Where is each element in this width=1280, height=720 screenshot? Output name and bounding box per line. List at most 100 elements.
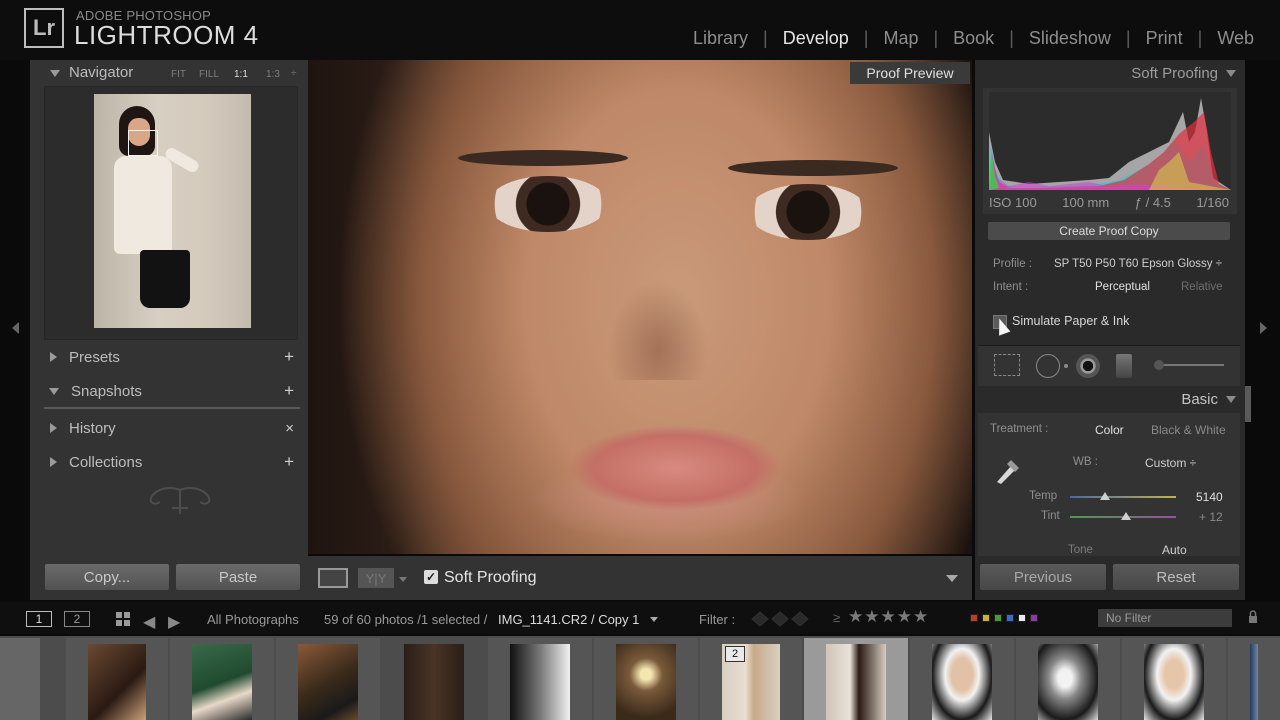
navigator-preview[interactable]	[94, 94, 251, 328]
wb-label: WB :	[1073, 456, 1098, 468]
color-label-swatch[interactable]	[982, 614, 990, 622]
filmstrip-thumbnail[interactable]	[594, 638, 698, 720]
filmstrip-thumbnail[interactable]	[0, 638, 40, 720]
filmstrip-thumbnail[interactable]	[1228, 638, 1280, 720]
back-arrow-icon[interactable]: ◀	[143, 612, 155, 632]
auto-tone-button[interactable]: Auto	[1162, 543, 1187, 557]
simulate-paper-ink-label[interactable]: Simulate Paper & Ink	[1012, 314, 1129, 328]
add-preset-icon[interactable]: +	[284, 347, 294, 367]
adjustment-brush-icon[interactable]	[1154, 360, 1226, 370]
filmstrip-thumbnail[interactable]	[488, 638, 592, 720]
collapse-triangle-icon[interactable]	[1226, 395, 1236, 403]
module-book[interactable]: Book	[953, 28, 994, 49]
filmstrip-thumbnail[interactable]	[1122, 638, 1226, 720]
treatment-color[interactable]: Color	[1095, 423, 1124, 437]
collapse-triangle-icon[interactable]	[50, 70, 60, 77]
color-label-filter	[970, 614, 1038, 622]
create-proof-copy-button[interactable]: Create Proof Copy	[988, 222, 1230, 240]
rating-filter-stars[interactable]: ★★★★★	[848, 607, 929, 627]
module-print[interactable]: Print	[1146, 28, 1183, 49]
filmstrip-thumbnail[interactable]	[276, 638, 380, 720]
reset-button[interactable]: Reset	[1113, 564, 1239, 590]
color-label-swatch[interactable]	[970, 614, 978, 622]
right-panel-scrollbar[interactable]	[1245, 386, 1251, 422]
spot-removal-icon[interactable]	[1036, 354, 1060, 378]
filmstrip-thumbnail[interactable]	[804, 638, 908, 720]
grid-view-icon[interactable]	[116, 612, 131, 627]
crop-overlay-icon[interactable]	[994, 354, 1020, 376]
zoom-fit[interactable]: FIT	[171, 69, 186, 80]
filmstrip-thumbnail[interactable]	[700, 638, 802, 720]
zoom-fill[interactable]: FILL	[199, 69, 219, 80]
copy-button[interactable]: Copy...	[45, 564, 169, 590]
forward-arrow-icon[interactable]: ▶	[168, 612, 180, 632]
right-panel-collapse-icon[interactable]	[1260, 322, 1267, 334]
temp-slider[interactable]	[1070, 496, 1176, 498]
collapse-triangle-icon[interactable]	[1226, 69, 1236, 77]
toolbar-options-icon[interactable]	[946, 575, 958, 582]
flag-filter-icons[interactable]	[750, 610, 810, 628]
filter-preset-select[interactable]: No Filter	[1098, 609, 1232, 627]
clear-history-icon[interactable]: ×	[285, 420, 294, 437]
tint-value[interactable]: + 12	[1199, 510, 1223, 524]
filmstrip-source[interactable]: All Photographs	[207, 612, 299, 627]
photo-nose	[608, 280, 708, 380]
previous-button[interactable]: Previous	[980, 564, 1106, 590]
loupe-view-icon[interactable]	[318, 568, 348, 588]
basic-header[interactable]: Basic	[978, 388, 1240, 410]
filmstrip-thumbnail[interactable]	[66, 638, 168, 720]
intent-relative[interactable]: Relative	[1181, 281, 1223, 293]
graduated-filter-icon[interactable]	[1116, 354, 1132, 378]
zoom-1-1[interactable]: 1:1	[234, 69, 248, 80]
filter-lock-icon[interactable]	[1248, 610, 1258, 624]
white-balance-eyedropper-icon[interactable]	[991, 452, 1025, 486]
panel-snapshots[interactable]: Snapshots +	[40, 379, 300, 403]
treatment-black-white[interactable]: Black & White	[1151, 423, 1226, 437]
tint-slider-thumb[interactable]	[1121, 512, 1131, 520]
secondary-window-button[interactable]: 2	[64, 611, 90, 627]
intent-perceptual[interactable]: Perceptual	[1095, 281, 1150, 293]
panel-collections[interactable]: Collections +	[40, 450, 300, 474]
paste-button[interactable]: Paste	[176, 564, 300, 590]
module-library[interactable]: Library	[693, 28, 748, 49]
navigator-zoom-box[interactable]	[128, 130, 158, 156]
wb-select[interactable]: Custom ÷	[1145, 456, 1196, 470]
soft-proofing-label[interactable]: Soft Proofing	[444, 569, 537, 587]
filename-menu-icon[interactable]	[650, 617, 658, 622]
filmstrip-thumbnail[interactable]	[382, 638, 486, 720]
panel-history[interactable]: History ×	[40, 416, 300, 440]
zoom-1-3[interactable]: 1:3	[266, 69, 280, 80]
module-web[interactable]: Web	[1217, 28, 1254, 49]
add-snapshot-icon[interactable]: +	[284, 381, 294, 401]
module-develop[interactable]: Develop	[783, 28, 849, 49]
module-map[interactable]: Map	[883, 28, 918, 49]
left-panel-collapse-icon[interactable]	[12, 322, 19, 334]
temp-value[interactable]: 5140	[1196, 490, 1223, 504]
histogram-exif: ISO 100 100 mm ƒ / 4.5 1/160	[989, 195, 1229, 210]
red-eye-correction-icon[interactable]	[1076, 354, 1100, 378]
current-filename[interactable]: IMG_1141.CR2 / Copy 1	[498, 612, 639, 627]
module-slideshow[interactable]: Slideshow	[1029, 28, 1111, 49]
soft-proofing-header[interactable]: Soft Proofing	[978, 62, 1240, 84]
profile-select[interactable]: SP T50 P50 T60 Epson Glossy ÷	[1054, 258, 1222, 270]
filmstrip-thumbnail[interactable]	[1016, 638, 1120, 720]
panel-presets[interactable]: Presets +	[40, 345, 300, 369]
histogram[interactable]	[989, 92, 1231, 190]
thumbnail-image	[298, 644, 358, 720]
main-window-button[interactable]: 1	[26, 611, 52, 627]
filmstrip-thumbnail[interactable]	[170, 638, 274, 720]
color-label-swatch[interactable]	[994, 614, 1002, 622]
temp-slider-thumb[interactable]	[1100, 492, 1110, 500]
before-after-menu-icon[interactable]	[399, 577, 407, 582]
color-label-swatch[interactable]	[1018, 614, 1026, 622]
soft-proofing-checkbox[interactable]: ✓	[424, 570, 438, 584]
before-after-view-button[interactable]: Y|Y	[358, 568, 394, 588]
image-canvas[interactable]	[308, 60, 972, 554]
color-label-swatch[interactable]	[1006, 614, 1014, 622]
rating-comparison[interactable]: ≥	[833, 610, 840, 625]
color-label-swatch[interactable]	[1030, 614, 1038, 622]
filmstrip-thumbnail[interactable]	[910, 638, 1014, 720]
add-collection-icon[interactable]: +	[284, 452, 294, 472]
zoom-menu-icon[interactable]: ÷	[291, 68, 297, 79]
navigator-header[interactable]: Navigator FIT FILL 1:1 1:3 ÷	[40, 62, 300, 84]
